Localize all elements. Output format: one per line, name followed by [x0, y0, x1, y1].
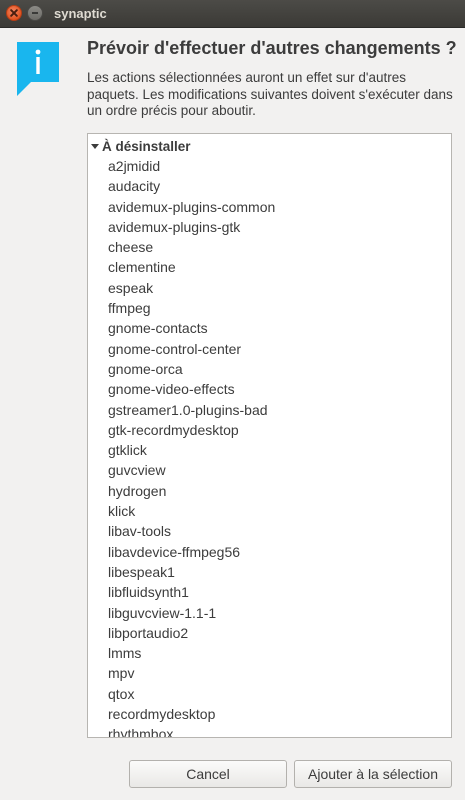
list-item[interactable]: gstreamer1.0-plugins-bad	[108, 400, 275, 420]
list-item[interactable]: libavdevice-ffmpeg56	[108, 542, 275, 562]
dialog-description: Les actions sélectionnées auront un effe…	[87, 70, 453, 118]
list-item[interactable]: qtox	[108, 684, 275, 704]
list-item[interactable]: gnome-control-center	[108, 339, 275, 359]
list-item[interactable]: cheese	[108, 237, 275, 257]
group-row-uninstall[interactable]: À désinstaller	[88, 136, 191, 156]
minimize-window-button[interactable]	[27, 5, 43, 21]
list-item[interactable]: gnome-video-effects	[108, 379, 275, 399]
list-item[interactable]: guvcview	[108, 460, 275, 480]
window-title: synaptic	[54, 6, 107, 21]
list-item[interactable]: avidemux-plugins-common	[108, 197, 275, 217]
list-item[interactable]: gtklick	[108, 440, 275, 460]
list-item[interactable]: hydrogen	[108, 481, 275, 501]
list-item[interactable]: recordmydesktop	[108, 704, 275, 724]
list-item[interactable]: klick	[108, 501, 275, 521]
package-list: a2jmidid audacity avidemux-plugins-commo…	[108, 156, 275, 737]
title-bar: synaptic	[0, 0, 465, 28]
list-item[interactable]: gtk-recordmydesktop	[108, 420, 275, 440]
changes-list[interactable]: À désinstaller a2jmidid audacity avidemu…	[87, 133, 452, 738]
list-item[interactable]: libav-tools	[108, 521, 275, 541]
list-item[interactable]: avidemux-plugins-gtk	[108, 217, 275, 237]
list-item[interactable]: a2jmidid	[108, 156, 275, 176]
info-icon	[17, 42, 65, 98]
list-item[interactable]: gnome-orca	[108, 359, 275, 379]
list-item[interactable]: ffmpeg	[108, 298, 275, 318]
add-to-selection-button[interactable]: Ajouter à la sélection	[294, 760, 452, 788]
group-label: À désinstaller	[102, 138, 191, 154]
close-window-button[interactable]	[6, 5, 22, 21]
list-item[interactable]: libportaudio2	[108, 623, 275, 643]
list-item[interactable]: audacity	[108, 176, 275, 196]
list-item[interactable]: libguvcview-1.1-1	[108, 603, 275, 623]
list-item[interactable]: libfluidsynth1	[108, 582, 275, 602]
list-item[interactable]: espeak	[108, 278, 275, 298]
dialog-heading: Prévoir d'effectuer d'autres changements…	[87, 38, 457, 58]
list-item[interactable]: clementine	[108, 257, 275, 277]
list-item[interactable]: mpv	[108, 663, 275, 683]
list-item[interactable]: lmms	[108, 643, 275, 663]
cancel-button[interactable]: Cancel	[129, 760, 287, 788]
expander-arrow-icon[interactable]	[91, 143, 99, 149]
list-item[interactable]: rhythmbox	[108, 724, 275, 737]
list-item[interactable]: libespeak1	[108, 562, 275, 582]
list-item[interactable]: gnome-contacts	[108, 318, 275, 338]
